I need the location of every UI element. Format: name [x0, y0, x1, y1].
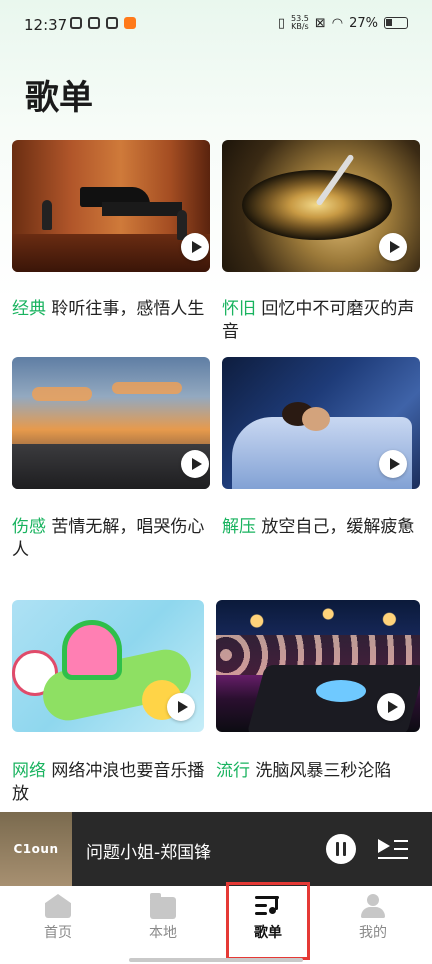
nav-home-label: 首页 — [44, 925, 72, 941]
active-tab-highlight — [226, 882, 310, 960]
play-icon[interactable] — [377, 693, 405, 721]
notification-icons — [70, 17, 136, 29]
user-icon — [360, 894, 386, 918]
play-icon[interactable] — [181, 450, 209, 478]
status-bar: 12:37 ▯ 53.5 KB/s ⊠ ◠ 27% — [0, 0, 432, 50]
sim-icon: ⊠ — [314, 15, 326, 31]
playlist-caption-internet[interactable]: 网络 网络冲浪也要音乐播放 — [12, 760, 208, 806]
battery-percent: 27% — [349, 15, 378, 31]
play-icon[interactable] — [167, 693, 195, 721]
playlist-caption-classic[interactable]: 经典 聆听往事，感悟人生 — [12, 298, 212, 321]
nav-mine[interactable]: 我的 — [319, 886, 427, 964]
status-time: 12:37 — [24, 16, 68, 34]
play-icon[interactable] — [379, 450, 407, 478]
page-title: 歌单 — [25, 78, 93, 118]
bottom-nav: 首页 本地 歌单 我的 — [0, 886, 432, 964]
nav-home[interactable]: 首页 — [4, 886, 112, 964]
status-right: ▯ 53.5 KB/s ⊠ ◠ 27% — [278, 15, 408, 31]
playlist-caption-pop[interactable]: 流行 洗脑风暴三秒沦陷 — [216, 760, 420, 783]
mail-notification-icon — [88, 17, 100, 29]
playlist-cover-classic[interactable] — [12, 140, 210, 272]
playlist-caption-nostalgia[interactable]: 怀旧 回忆中不可磨灭的声音 — [222, 298, 422, 344]
wifi-icon: ◠ — [331, 15, 344, 31]
playlist-cover-internet[interactable] — [12, 600, 204, 732]
play-icon[interactable] — [379, 233, 407, 261]
playlist-caption-sad[interactable]: 伤感 苦情无解，唱哭伤心人 — [12, 516, 212, 562]
playlist-cover-relax[interactable] — [222, 357, 420, 489]
network-speed: 53.5 KB/s — [291, 14, 309, 31]
play-icon[interactable] — [181, 233, 209, 261]
album-cover[interactable]: C1oun — [0, 812, 72, 886]
home-indicator[interactable] — [129, 958, 303, 962]
nav-local-label: 本地 — [149, 925, 177, 941]
nav-local[interactable]: 本地 — [109, 886, 217, 964]
mini-player[interactable]: C1oun 问题小姐-郑国锋 — [0, 812, 432, 886]
now-playing-title[interactable]: 问题小姐-郑国锋 — [86, 838, 211, 863]
playlist-cover-pop[interactable] — [216, 600, 420, 732]
vibrate-icon: ▯ — [277, 15, 286, 31]
nav-mine-label: 我的 — [359, 925, 387, 941]
playlist-caption-relax[interactable]: 解压 放空自己，缓解疲惫 — [222, 516, 422, 539]
app-notification-icon — [70, 17, 82, 29]
playlist-cover-nostalgia[interactable] — [222, 140, 420, 272]
taobao-notification-icon — [124, 17, 136, 29]
playlist-cover-sad[interactable] — [12, 357, 210, 489]
battery-icon — [384, 17, 408, 29]
playlist-queue-button[interactable] — [378, 838, 408, 860]
home-icon — [45, 894, 71, 918]
link-notification-icon — [106, 17, 118, 29]
folder-icon — [150, 893, 176, 919]
pause-button[interactable] — [326, 834, 356, 864]
